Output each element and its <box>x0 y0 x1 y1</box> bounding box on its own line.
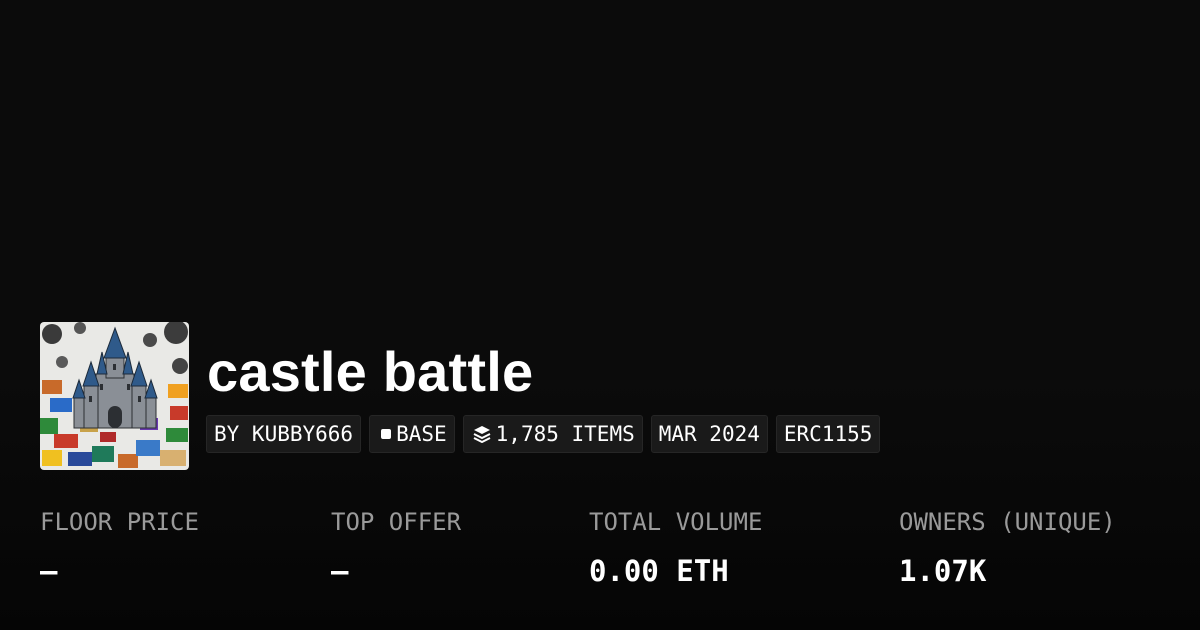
chain-label: BASE <box>396 422 447 446</box>
creator-label: BY KUBBY666 <box>214 422 354 446</box>
stat-owners: OWNERS (UNIQUE) 1.07K <box>899 505 1116 589</box>
creator-tag[interactable]: BY KUBBY666 <box>206 415 362 453</box>
stat-label: TOTAL VOLUME <box>589 508 763 536</box>
stat-label: FLOOR PRICE <box>40 508 199 536</box>
date-tag: MAR 2024 <box>650 415 768 453</box>
collection-thumbnail <box>40 322 189 470</box>
collection-title: castle battle <box>207 340 534 403</box>
stat-floor-price: FLOOR PRICE – <box>40 505 199 589</box>
standard-label: ERC1155 <box>783 422 873 446</box>
stat-total-volume: TOTAL VOLUME 0.00 ETH <box>589 505 762 589</box>
standard-tag: ERC1155 <box>775 415 881 453</box>
stat-value: – <box>40 554 58 588</box>
stat-top-offer: TOP OFFER – <box>331 505 461 589</box>
stat-label: TOP OFFER <box>331 508 462 536</box>
items-tag: 1,785 ITEMS <box>462 415 643 453</box>
stat-value: – <box>331 554 349 588</box>
stat-value: 1.07K <box>899 554 987 588</box>
date-label: MAR 2024 <box>658 422 760 446</box>
items-count: 1,785 ITEMS <box>495 422 635 446</box>
stat-label: OWNERS (UNIQUE) <box>899 508 1116 536</box>
stat-value: 0.00 ETH <box>589 554 729 588</box>
collection-stats: FLOOR PRICE – TOP OFFER – TOTAL VOLUME 0… <box>0 505 1200 605</box>
collection-tags: BY KUBBY666 BASE 1,785 ITEMS MAR 2024 ER… <box>206 415 881 453</box>
chain-tag[interactable]: BASE <box>369 415 455 453</box>
layers-icon <box>473 426 491 443</box>
square-icon <box>381 429 392 439</box>
